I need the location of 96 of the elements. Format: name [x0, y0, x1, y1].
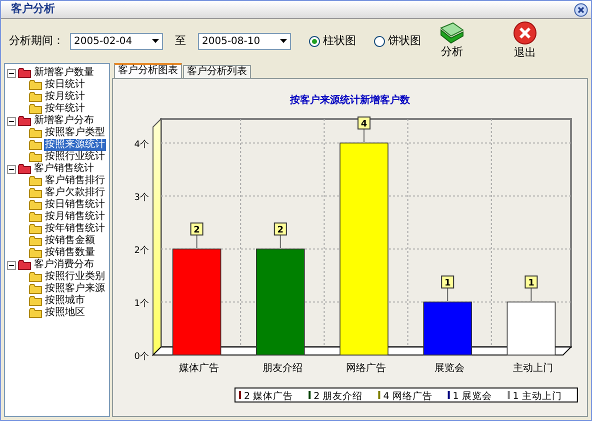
category-label: 网络广告	[346, 363, 386, 374]
tree-item[interactable]: 按照来源统计	[44, 139, 106, 151]
folder-icon	[29, 176, 42, 186]
bar	[506, 302, 556, 356]
exit-button[interactable]: 退出	[507, 20, 543, 62]
radio-button[interactable]	[374, 36, 385, 46]
data-label: 2	[190, 222, 204, 236]
tree-item[interactable]: 按销售金额	[44, 235, 96, 247]
folder-icon	[29, 248, 42, 258]
bar	[423, 302, 472, 356]
collapse-toggle[interactable]	[7, 164, 16, 174]
tree-item[interactable]: 客户欠款排行	[44, 187, 106, 199]
folder-icon	[29, 104, 42, 114]
data-label: 2	[277, 226, 284, 236]
window-title: 客户分析	[11, 1, 55, 18]
axis-tick-label: 2个	[134, 246, 149, 256]
tree-item[interactable]: 新增客户分布	[33, 115, 95, 127]
folder-icon	[18, 164, 31, 174]
tree-item[interactable]: 按照行业类别	[44, 271, 106, 283]
tree-item[interactable]: 按照客户来源	[44, 283, 106, 295]
tree-item[interactable]: 客户销售统计	[33, 163, 95, 175]
leader-line	[447, 288, 448, 302]
data-label: 1	[528, 278, 534, 288]
data-label: 1	[444, 278, 451, 288]
folder-icon	[29, 224, 42, 234]
close-icon	[513, 20, 537, 45]
tree-item[interactable]: 按照地区	[44, 307, 86, 319]
tree-item[interactable]: 按月销售统计	[44, 211, 106, 223]
tab[interactable]: 客户分析图表	[114, 63, 182, 78]
folder-icon	[29, 308, 42, 318]
category-label: 主动上门	[513, 363, 554, 374]
axis-tick-label: 0个	[134, 352, 149, 362]
date-field[interactable]: 2005-02-04	[70, 32, 163, 50]
folder-icon	[18, 68, 31, 78]
dropdown-icon	[280, 39, 287, 43]
folder-icon	[29, 200, 42, 210]
axis-tick-label: 3个	[134, 193, 149, 203]
data-label: 2	[274, 222, 287, 236]
folder-icon	[29, 152, 42, 162]
radio-button[interactable]	[309, 36, 320, 46]
data-label: 1	[441, 276, 454, 288]
tab[interactable]: 客户分析列表	[183, 65, 251, 78]
period-label: 分析期间：	[9, 32, 64, 49]
folder-icon	[29, 284, 42, 294]
legend-label: 1 展览会	[452, 391, 492, 402]
leader-line	[530, 288, 532, 302]
folder-icon	[29, 80, 42, 90]
folder-icon	[29, 188, 42, 198]
folder-icon	[29, 272, 42, 282]
folder-icon	[18, 260, 31, 270]
date-field[interactable]: 2005-08-10	[198, 32, 291, 50]
tree-item[interactable]: 按年统计	[44, 103, 86, 115]
data-label: 4	[360, 120, 368, 130]
data-label: 1	[524, 276, 538, 288]
folder-icon	[29, 128, 42, 138]
tree-item[interactable]: 客户销售排行	[44, 175, 106, 187]
folder-icon	[29, 212, 42, 222]
tree-item[interactable]: 按日统计	[44, 79, 86, 91]
legend-label: 4 网络广告	[383, 391, 432, 402]
legend-label: 2 媒体广告	[244, 391, 294, 402]
leader-line	[196, 234, 198, 248]
analyze-button[interactable]: 分析	[433, 22, 471, 60]
data-label: 2	[194, 226, 200, 236]
axis-tick-label: 4个	[134, 140, 149, 150]
chart-title: 按客户来源统计新增客户数	[290, 95, 410, 106]
collapse-toggle[interactable]	[7, 68, 16, 78]
leader-line	[280, 234, 281, 248]
tree-item[interactable]: 按日销售统计	[44, 199, 106, 211]
close-icon[interactable]	[574, 2, 588, 16]
legend-label: 2 朋友介绍	[314, 391, 363, 402]
dropdown-icon	[152, 39, 159, 43]
legend-label: 1 主动上门	[512, 391, 562, 402]
folder-icon	[18, 116, 31, 126]
collapse-toggle[interactable]	[7, 116, 16, 126]
tree-item[interactable]: 按照客户类型	[44, 127, 106, 139]
tree-item[interactable]: 新增客户数量	[33, 67, 95, 79]
folder-icon	[29, 296, 42, 306]
folder-icon	[29, 140, 42, 150]
tree-item[interactable]: 按照城市	[44, 295, 86, 307]
tree-item[interactable]: 按年销售统计	[44, 223, 106, 235]
radio-label: 柱状图	[323, 32, 356, 49]
folder-icon	[439, 22, 465, 44]
radio-label: 饼状图	[388, 32, 421, 49]
category-label: 媒体广告	[178, 363, 219, 374]
category-label: 朋友介绍	[262, 363, 302, 374]
category-label: 展览会	[434, 363, 465, 374]
to-label: 至	[175, 32, 186, 49]
collapse-toggle[interactable]	[7, 260, 16, 270]
data-label: 4	[358, 116, 370, 130]
tree-item[interactable]: 按销售数量	[44, 247, 96, 259]
tree-item[interactable]: 按月统计	[44, 91, 86, 103]
tree-item[interactable]: 客户消费分布	[33, 259, 95, 271]
folder-icon	[29, 236, 42, 246]
axis-tick-label: 1个	[134, 299, 149, 309]
tree-item[interactable]: 按照行业统计	[44, 151, 106, 163]
folder-icon	[29, 92, 42, 102]
